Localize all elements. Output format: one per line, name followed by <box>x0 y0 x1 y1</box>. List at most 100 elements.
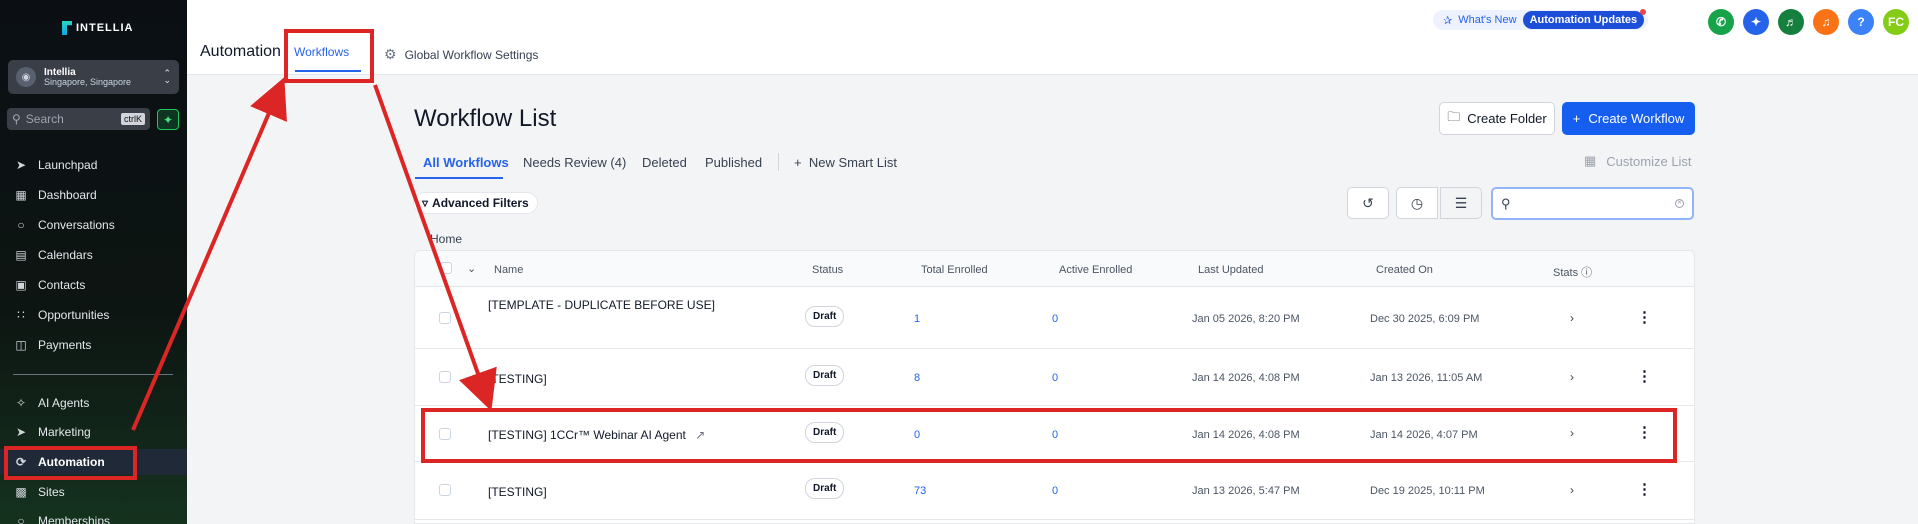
tab-deleted[interactable]: Deleted <box>642 155 687 170</box>
sidebar-item-label: Calendars <box>38 248 93 262</box>
created-on: Jan 13 2026, 11:05 AM <box>1370 372 1483 384</box>
select-all-checkbox[interactable] <box>440 262 452 274</box>
table-row[interactable]: [TESTING] Draft 8 0 Jan 14 2026, 4:08 PM… <box>415 349 1694 406</box>
row-checkbox[interactable] <box>439 484 451 496</box>
sidebar-item-dashboard[interactable]: ▦ Dashboard <box>0 182 187 208</box>
payments-icon: ◫ <box>15 338 27 352</box>
tab-global-workflow-settings[interactable]: ⚙ Global Workflow Settings <box>384 46 538 63</box>
sidebar-search[interactable]: ⚲ Search ctrlK <box>7 108 150 130</box>
column-last-updated[interactable]: Last Updated <box>1198 264 1263 276</box>
sidebar-item-ai-agents[interactable]: ✧ AI Agents <box>0 390 187 416</box>
app-logo[interactable]: INTELLIA <box>62 21 134 35</box>
sidebar-item-contacts[interactable]: ▣ Contacts <box>0 272 187 298</box>
row-checkbox[interactable] <box>439 312 451 324</box>
active-enrolled-link[interactable]: 0 <box>1052 485 1058 497</box>
more-options-icon[interactable]: ⋮ <box>1637 367 1652 385</box>
sidebar-item-label: AI Agents <box>38 396 90 410</box>
help-icon: ? <box>1857 15 1865 29</box>
column-status[interactable]: Status <box>812 264 843 276</box>
column-created-on[interactable]: Created On <box>1376 264 1433 276</box>
workflow-name[interactable]: [TESTING] <box>488 372 547 386</box>
contacts-icon: ▣ <box>15 278 27 292</box>
sidebar-item-label: Sites <box>38 485 65 499</box>
sidebar-item-conversations[interactable]: ○ Conversations <box>0 212 187 238</box>
sidebar-item-memberships[interactable]: ○ Memberships <box>0 508 187 524</box>
announcements-button[interactable]: ♬ <box>1778 9 1804 35</box>
column-name[interactable]: Name <box>494 264 523 276</box>
bell-icon: ♫ <box>1821 15 1831 29</box>
calendar-icon: ▤ <box>15 248 27 262</box>
more-options-icon[interactable]: ⋮ <box>1637 480 1652 498</box>
column-total-enrolled[interactable]: Total Enrolled <box>921 264 988 276</box>
tab-all-workflows[interactable]: All Workflows <box>423 155 509 170</box>
user-avatar[interactable]: FC <box>1883 9 1909 35</box>
quick-add-button[interactable]: ✦ <box>157 109 179 130</box>
location-avatar-icon: ◉ <box>16 67 36 87</box>
sidebar-item-calendars[interactable]: ▤ Calendars <box>0 242 187 268</box>
phone-button[interactable]: ✆ <box>1708 9 1734 35</box>
create-workflow-button[interactable]: + Create Workflow <box>1562 102 1695 135</box>
memberships-icon: ○ <box>17 514 25 524</box>
breadcrumb[interactable]: Home <box>430 232 462 246</box>
clear-search-icon[interactable]: ✕ <box>1675 199 1684 208</box>
last-updated: Jan 05 2026, 8:20 PM <box>1192 313 1300 325</box>
bolt-icon: ✦ <box>162 112 174 127</box>
sidebar-item-marketing[interactable]: ➤ Marketing <box>0 419 187 445</box>
create-folder-button[interactable]: 🗀 Create Folder <box>1439 102 1555 135</box>
last-updated: Jan 13 2026, 5:47 PM <box>1192 485 1300 497</box>
info-icon: ⓘ <box>1581 267 1593 279</box>
recent-view-button[interactable]: ◷ <box>1396 187 1438 219</box>
list-view-button[interactable]: ☰ <box>1440 187 1482 219</box>
sidebar-item-payments[interactable]: ◫ Payments <box>0 332 187 358</box>
total-enrolled-link[interactable]: 8 <box>914 372 920 384</box>
chevron-right-icon[interactable]: › <box>1570 311 1574 325</box>
table-row[interactable]: [TEMPLATE - DUPLICATE BEFORE USE] Draft … <box>415 287 1694 349</box>
logo-icon <box>62 21 72 35</box>
total-enrolled-link[interactable]: 73 <box>914 485 926 497</box>
row-checkbox[interactable] <box>439 371 451 383</box>
tab-label: Global Workflow Settings <box>404 47 539 62</box>
search-icon: ⚲ <box>12 112 21 126</box>
tab-published[interactable]: Published <box>705 155 762 170</box>
table-row[interactable]: [TESTING] Draft 73 0 Jan 13 2026, 5:47 P… <box>415 462 1694 520</box>
sidebar-item-label: Contacts <box>38 278 86 292</box>
magic-button[interactable]: ✦ <box>1743 9 1769 35</box>
tab-separator <box>778 153 779 171</box>
tab-needs-review[interactable]: Needs Review (4) <box>523 155 626 170</box>
chevron-right-icon[interactable]: › <box>1570 483 1574 497</box>
button-label: Create Workflow <box>1588 111 1685 126</box>
filter-icon: ▿ <box>422 196 429 210</box>
button-label: Create Folder <box>1467 111 1547 126</box>
history-button[interactable]: ↺ <box>1347 187 1389 219</box>
active-enrolled-link[interactable]: 0 <box>1052 372 1058 384</box>
sidebar-item-launchpad[interactable]: ➤ Launchpad <box>0 152 187 178</box>
workflow-search-input[interactable]: ⚲ ✕ <box>1491 187 1694 220</box>
sidebar-item-sites[interactable]: ▩ Sites <box>0 479 187 505</box>
new-smart-list-button[interactable]: + New Smart List <box>794 155 897 170</box>
sparkle-icon: ✧ <box>15 396 27 410</box>
sidebar-item-opportunities[interactable]: ∷ Opportunities <box>0 302 187 328</box>
total-enrolled-link[interactable]: 1 <box>914 313 920 325</box>
help-button[interactable]: ? <box>1848 9 1874 35</box>
notifications-button[interactable]: ♫ <box>1813 9 1839 35</box>
column-active-enrolled[interactable]: Active Enrolled <box>1059 264 1132 276</box>
topbar: Automation Workflows ⚙ Global Workflow S… <box>187 0 1918 75</box>
folder-icon: 🗀 <box>1447 108 1461 124</box>
location-switcher[interactable]: ◉ Intellia Singapore, Singapore ⌃ ⌄ <box>8 60 179 94</box>
status-badge: Draft <box>805 365 845 386</box>
tab-active-indicator <box>415 177 503 179</box>
megaphone-icon: ✰ <box>1443 14 1453 27</box>
automation-updates-pill[interactable]: Automation Updates <box>1522 9 1647 29</box>
active-enrolled-link[interactable]: 0 <box>1052 313 1058 325</box>
customize-list-button[interactable]: ▦ Customize List <box>1584 153 1692 169</box>
workflow-name[interactable]: [TEMPLATE - DUPLICATE BEFORE USE] <box>488 298 715 312</box>
chevron-down-icon[interactable]: ⌄ <box>467 262 476 275</box>
workflow-name[interactable]: [TESTING] <box>488 485 547 499</box>
more-options-icon[interactable]: ⋮ <box>1637 308 1652 326</box>
chevron-right-icon[interactable]: › <box>1570 370 1574 384</box>
last-updated: Jan 14 2026, 4:08 PM <box>1192 372 1300 384</box>
advanced-filters-button[interactable]: ▿ Advanced Filters <box>413 192 538 214</box>
whats-new-banner[interactable]: ✰ What's New Automation Updates <box>1433 9 1649 30</box>
column-stats[interactable]: Stats ⓘ <box>1553 264 1592 280</box>
button-label: Customize List <box>1606 153 1692 169</box>
